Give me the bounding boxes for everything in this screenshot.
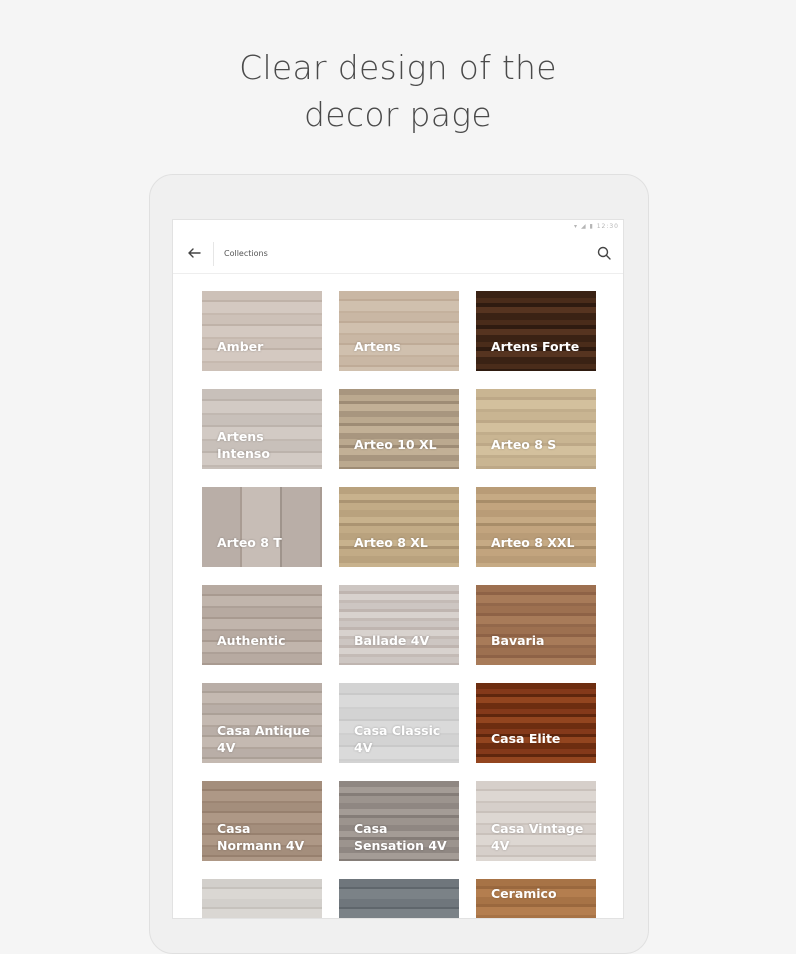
status-icons: ▾ ◢ ▮ 12:30	[574, 223, 619, 230]
collection-tile-casa-elite[interactable]: Casa Elite	[476, 683, 596, 763]
status-glyphs: ▾ ◢ ▮	[574, 223, 594, 230]
back-arrow-icon[interactable]	[185, 244, 203, 262]
status-bar: ▾ ◢ ▮ 12:30	[173, 220, 623, 234]
collection-tile-partial[interactable]	[339, 879, 459, 918]
collection-label: Ballade 4V	[354, 633, 430, 648]
collection-tile-arteo-8-xl[interactable]: Arteo 8 XL	[339, 487, 459, 567]
collection-label: Amber	[217, 339, 264, 354]
collection-tile-ballade-4v[interactable]: Ballade 4V	[339, 585, 459, 665]
collection-tile-arteo-8-s[interactable]: Arteo 8 S	[476, 389, 596, 469]
collection-tile-authentic[interactable]: Authentic	[202, 585, 322, 665]
collection-tile-artens[interactable]: Artens	[339, 291, 459, 371]
collection-tile-artens-forte[interactable]: Artens Forte	[476, 291, 596, 371]
collection-label: Artens Intenso	[217, 429, 270, 461]
promo-headline: Clear design of the decor page	[0, 44, 796, 138]
collection-tile-casa-classic-4v[interactable]: Casa Classic 4V	[339, 683, 459, 763]
search-icon[interactable]	[595, 244, 613, 262]
collection-label: Casa Sensation 4V	[354, 821, 447, 853]
collection-tile-casa-antique-4v[interactable]: Casa Antique 4V	[202, 683, 322, 763]
collection-tile-artens-intenso[interactable]: Artens Intenso	[202, 389, 322, 469]
collections-grid: Amber Artens Artens Forte Artens Intenso…	[202, 291, 596, 918]
collection-label: Casa Normann 4V	[217, 821, 305, 853]
collection-tile-arteo-8-xxl[interactable]: Arteo 8 XXL	[476, 487, 596, 567]
collection-label: Arteo 8 XL	[354, 535, 428, 550]
collection-tile-casa-normann-4v[interactable]: Casa Normann 4V	[202, 781, 322, 861]
collection-label: Arteo 8 XXL	[491, 535, 575, 550]
app-bar: Collections	[173, 234, 623, 274]
collection-tile-arteo-10-xl[interactable]: Arteo 10 XL	[339, 389, 459, 469]
collection-label: Casa Antique 4V	[217, 723, 310, 755]
promo-headline-line1: Clear design of the	[239, 48, 557, 87]
status-time: 12:30	[596, 223, 619, 230]
collection-tile-arteo-8-t[interactable]: Arteo 8 T	[202, 487, 322, 567]
collection-tile-casa-sensation-4v[interactable]: Casa Sensation 4V	[339, 781, 459, 861]
page-title: Collections	[224, 249, 268, 258]
collection-label: Arteo 8 T	[217, 535, 282, 550]
collection-tile-bavaria[interactable]: Bavaria	[476, 585, 596, 665]
collection-label: Authentic	[217, 633, 286, 648]
collection-label: Casa Elite	[491, 731, 561, 746]
collection-label: Arteo 8 S	[491, 437, 557, 452]
collection-label: Bavaria	[491, 633, 545, 648]
collection-label: Ceramico	[491, 886, 557, 901]
app-screen: ▾ ◢ ▮ 12:30 Collections Amber Artens Art…	[172, 219, 624, 919]
collection-tile-amber[interactable]: Amber	[202, 291, 322, 371]
collection-label: Arteo 10 XL	[354, 437, 437, 452]
collection-label: Artens Forte	[491, 339, 580, 354]
appbar-divider	[213, 242, 214, 266]
collection-label: Casa Classic 4V	[354, 723, 441, 755]
collection-tile-partial[interactable]	[202, 879, 322, 918]
collection-tile-ceramico[interactable]: Ceramico	[476, 879, 596, 918]
promo-headline-line2: decor page	[304, 95, 492, 134]
collection-label: Casa Vintage 4V	[491, 821, 584, 853]
collection-tile-casa-vintage-4v[interactable]: Casa Vintage 4V	[476, 781, 596, 861]
collection-label: Artens	[354, 339, 401, 354]
